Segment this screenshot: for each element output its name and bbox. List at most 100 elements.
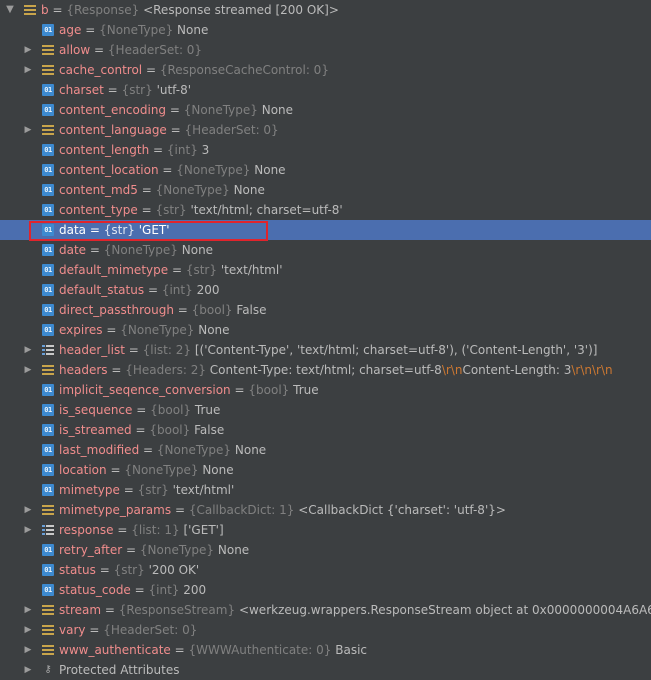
variable-type: {NoneType}	[139, 543, 215, 557]
list-icon	[42, 344, 54, 356]
tree-row-response[interactable]: ▶ response = {list: 1} ['GET']	[0, 520, 651, 540]
equals-sign: =	[89, 243, 100, 257]
row-text: location = {NoneType} None	[59, 460, 234, 480]
tree-row-content-md5[interactable]: 01 content_md5 = {NoneType} None	[0, 180, 651, 200]
tree-row-vary[interactable]: ▶ vary = {HeaderSet: 0}	[0, 620, 651, 640]
variables-tree[interactable]: ▼ b = {Response} <Response streamed [200…	[0, 0, 651, 680]
variable-name: direct_passthrough	[59, 303, 174, 317]
tree-row-implicit-seqence-conversion[interactable]: 01 implicit_seqence_conversion = {bool} T…	[0, 380, 651, 400]
tree-row-protected-attributes[interactable]: ▶ ⚷ Protected Attributes	[0, 660, 651, 680]
tree-row-default-mimetype[interactable]: 01 default_mimetype = {str} 'text/html'	[0, 260, 651, 280]
tree-row-content-location[interactable]: 01 content_location = {NoneType} None	[0, 160, 651, 180]
row-text: content_md5 = {NoneType} None	[59, 180, 265, 200]
primitive-value-icon: 01	[42, 144, 54, 156]
tree-row-data[interactable]: 01 data = {str} 'GET'	[0, 220, 651, 240]
equals-sign: =	[174, 643, 185, 657]
object-icon	[42, 644, 54, 656]
variable-name: status_code	[59, 583, 131, 597]
equals-sign: =	[128, 343, 139, 357]
collapse-arrow-icon[interactable]: ▶	[22, 340, 34, 360]
tree-row-age[interactable]: 01 age = {NoneType} None	[0, 20, 651, 40]
tree-row-allow[interactable]: ▶ allow = {HeaderSet: 0}	[0, 40, 651, 60]
primitive-value-icon: 01	[42, 184, 54, 196]
tree-row-mimetype-params[interactable]: ▶ mimetype_params = {CallbackDict: 1} <Ca…	[0, 500, 651, 520]
equals-sign: =	[174, 503, 185, 517]
escape-sequence: \r\n	[441, 363, 463, 377]
variable-value: 200	[183, 583, 207, 597]
collapse-arrow-icon[interactable]: ▶	[22, 660, 34, 680]
row-text: content_type = {str} 'text/html; charset…	[59, 200, 343, 220]
row-text: charset = {str} 'utf-8'	[59, 80, 191, 100]
collapse-arrow-icon[interactable]: ▶	[22, 520, 34, 540]
variable-value: True	[194, 403, 221, 417]
tree-row-expires[interactable]: 01 expires = {NoneType} None	[0, 320, 651, 340]
tree-row-date[interactable]: 01 date = {NoneType} None	[0, 240, 651, 260]
tree-row-is-sequence[interactable]: 01 is_sequence = {bool} True	[0, 400, 651, 420]
collapse-arrow-icon[interactable]: ▶	[22, 640, 34, 660]
row-text: date = {NoneType} None	[59, 240, 213, 260]
object-icon	[24, 4, 36, 16]
row-text: expires = {NoneType} None	[59, 320, 230, 340]
tree-row-location[interactable]: 01 location = {NoneType} None	[0, 460, 651, 480]
tree-row-stream[interactable]: ▶ stream = {ResponseStream} <werkzeug.wra…	[0, 600, 651, 620]
object-icon	[42, 504, 54, 516]
variable-value: ['GET']	[183, 523, 224, 537]
collapse-arrow-icon[interactable]: ▶	[22, 600, 34, 620]
tree-row-www-authenticate[interactable]: ▶ www_authenticate = {WWWAuthenticate: 0}…	[0, 640, 651, 660]
tree-row-content-length[interactable]: 01 content_length = {int} 3	[0, 140, 651, 160]
tree-row-direct-passthrough[interactable]: 01 direct_passthrough = {bool} False	[0, 300, 651, 320]
variable-name: content_location	[59, 163, 159, 177]
tree-row-retry-after[interactable]: 01 retry_after = {NoneType} None	[0, 540, 651, 560]
tree-row-mimetype[interactable]: 01 mimetype = {str} 'text/html'	[0, 480, 651, 500]
row-text: mimetype = {str} 'text/html'	[59, 480, 234, 500]
equals-sign: =	[94, 43, 105, 57]
collapse-arrow-icon[interactable]: ▶	[22, 500, 34, 520]
primitive-value-icon: 01	[42, 104, 54, 116]
equals-sign: =	[52, 3, 63, 17]
collapse-arrow-icon[interactable]: ▶	[22, 620, 34, 640]
collapse-arrow-icon[interactable]: ▶	[22, 120, 34, 140]
variable-type: {HeaderSet: 0}	[107, 43, 203, 57]
variable-type: {NoneType}	[120, 323, 195, 337]
variable-value: <Response streamed [200 OK]>	[143, 3, 339, 17]
variable-type: {list: 1}	[131, 523, 180, 537]
variable-name: www_authenticate	[59, 643, 171, 657]
collapse-arrow-icon[interactable]: ▶	[22, 40, 34, 60]
tree-row-cache-control[interactable]: ▶ cache_control = {ResponseCacheControl: …	[0, 60, 651, 80]
row-text: status_code = {int} 200	[59, 580, 206, 600]
tree-row-content-encoding[interactable]: 01 content_encoding = {NoneType} None	[0, 100, 651, 120]
expand-arrow-icon[interactable]: ▼	[4, 0, 16, 20]
primitive-value-icon: 01	[42, 424, 54, 436]
tree-row-headers[interactable]: ▶ headers = {Headers: 2} Content-Type: te…	[0, 360, 651, 380]
list-icon	[42, 524, 54, 536]
row-text: b = {Response} <Response streamed [200 O…	[41, 0, 339, 20]
tree-row-last-modified[interactable]: 01 last_modified = {NoneType} None	[0, 440, 651, 460]
tree-row-content-language[interactable]: ▶ content_language = {HeaderSet: 0}	[0, 120, 651, 140]
tree-row-charset[interactable]: 01 charset = {str} 'utf-8'	[0, 80, 651, 100]
variable-value: 'utf-8'	[156, 83, 192, 97]
variable-name: date	[59, 243, 87, 257]
row-text: is_streamed = {bool} False	[59, 420, 224, 440]
collapse-arrow-icon[interactable]: ▶	[22, 360, 34, 380]
tree-row-status-code[interactable]: 01 status_code = {int} 200	[0, 580, 651, 600]
row-text: content_length = {int} 3	[59, 140, 209, 160]
tree-row-default-status[interactable]: 01 default_status = {int} 200	[0, 280, 651, 300]
equals-sign: =	[143, 443, 154, 457]
variable-name: stream	[59, 603, 102, 617]
tree-row-content-type[interactable]: 01 content_type = {str} 'text/html; chars…	[0, 200, 651, 220]
tree-row-b[interactable]: ▼ b = {Response} <Response streamed [200…	[0, 0, 651, 20]
row-text: content_location = {NoneType} None	[59, 160, 286, 180]
variable-value: 200	[196, 283, 220, 297]
primitive-value-icon: 01	[42, 584, 54, 596]
tree-row-header-list[interactable]: ▶ header_list = {list: 2} [('Content-Type…	[0, 340, 651, 360]
equals-sign: =	[147, 283, 158, 297]
key-icon: ⚷	[44, 664, 52, 675]
variable-type: {ResponseCacheControl: 0}	[159, 63, 329, 77]
tree-row-is-streamed[interactable]: 01 is_streamed = {bool} False	[0, 420, 651, 440]
variable-type: {HeaderSet: 0}	[184, 123, 279, 137]
tree-row-status[interactable]: 01 status = {str} '200 OK'	[0, 560, 651, 580]
equals-sign: =	[123, 483, 134, 497]
object-icon	[42, 624, 54, 636]
collapse-arrow-icon[interactable]: ▶	[22, 60, 34, 80]
variable-name: b	[41, 3, 49, 17]
